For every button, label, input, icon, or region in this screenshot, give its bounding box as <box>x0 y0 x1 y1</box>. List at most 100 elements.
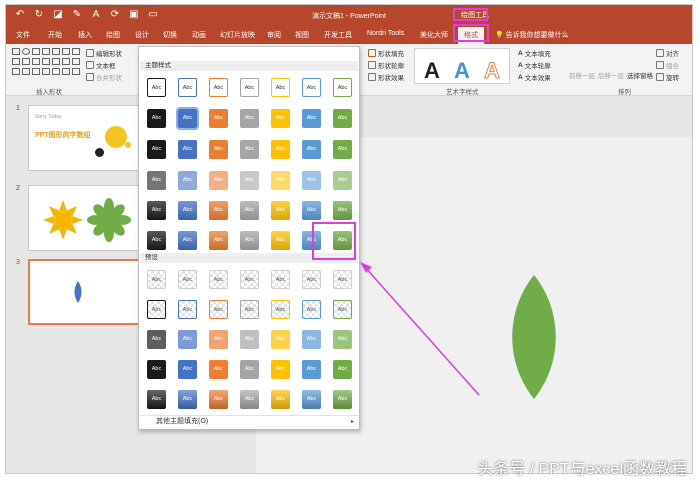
style-cell[interactable]: Abc <box>240 140 259 159</box>
preset-cell[interactable]: Abc <box>178 300 197 319</box>
tab-format[interactable]: 格式 <box>458 27 484 44</box>
text-outline-button[interactable]: A 文本轮廓 <box>518 60 551 71</box>
preset-cell[interactable]: Abc <box>240 360 259 379</box>
preset-cell[interactable]: Abc <box>147 270 166 289</box>
style-cell[interactable]: Abc <box>240 231 259 250</box>
style-cell[interactable]: Abc <box>271 201 290 220</box>
style-cell[interactable]: Abc <box>271 231 290 250</box>
preset-cell[interactable]: Abc <box>333 360 352 379</box>
preset-cell[interactable]: Abc <box>240 390 259 409</box>
align-button[interactable]: 对齐 <box>656 48 679 58</box>
merge-shapes-button[interactable]: 合并形状 <box>86 72 122 82</box>
style-cell[interactable]: Abc <box>147 231 166 250</box>
style-cell[interactable]: Abc <box>302 140 321 159</box>
preset-cell[interactable]: Abc <box>240 300 259 319</box>
style-cell[interactable]: Abc <box>147 201 166 220</box>
style-cell[interactable]: Abc <box>240 78 259 97</box>
shapes-gallery[interactable] <box>12 48 82 78</box>
preset-cell[interactable]: Abc <box>271 300 290 319</box>
style-cell[interactable]: Abc <box>209 231 228 250</box>
slide-thumbnail-2[interactable] <box>28 185 140 251</box>
slide-thumbnail-3[interactable] <box>28 259 140 325</box>
tab-review[interactable]: 审阅 <box>267 30 281 40</box>
tab-design[interactable]: 设计 <box>135 30 149 40</box>
text-box-button[interactable]: 文本框 <box>86 60 116 70</box>
preset-cell[interactable]: Abc <box>147 390 166 409</box>
preset-cell[interactable]: Abc <box>333 270 352 289</box>
preset-cell[interactable]: Abc <box>333 330 352 349</box>
shape-effects-button[interactable]: 形状效果 <box>368 72 404 82</box>
rotate-button[interactable]: 旋转 <box>656 72 679 82</box>
tab-insert[interactable]: 插入 <box>78 30 92 40</box>
tab-transitions[interactable]: 切换 <box>163 30 177 40</box>
preset-cell[interactable]: Abc <box>147 360 166 379</box>
style-cell[interactable]: Abc <box>302 109 321 128</box>
preset-cell[interactable]: Abc <box>240 330 259 349</box>
tab-file[interactable]: 文件 <box>16 30 30 40</box>
preset-cell[interactable]: Abc <box>271 390 290 409</box>
preset-cell[interactable]: Abc <box>209 360 228 379</box>
text-fill-button[interactable]: A 文本填充 <box>518 48 551 59</box>
style-cell[interactable]: Abc <box>333 109 352 128</box>
tab-draw[interactable]: 绘图 <box>106 30 120 40</box>
style-cell[interactable]: Abc <box>209 140 228 159</box>
preset-cell[interactable]: Abc <box>271 360 290 379</box>
wordart-style-blue[interactable]: A <box>449 57 475 85</box>
preset-cell[interactable]: Abc <box>271 330 290 349</box>
preset-cell[interactable]: Abc <box>240 270 259 289</box>
style-cell[interactable]: Abc <box>147 78 166 97</box>
style-cell[interactable]: Abc <box>178 231 197 250</box>
style-cell[interactable]: Abc <box>331 229 354 252</box>
tab-beautify-master[interactable]: 美化大师 <box>420 30 448 40</box>
style-cell[interactable]: Abc <box>302 78 321 97</box>
tab-view[interactable]: 视图 <box>295 30 309 40</box>
preset-cell[interactable]: Abc <box>147 330 166 349</box>
style-cell[interactable]: Abc <box>240 201 259 220</box>
preset-cell[interactable]: Abc <box>302 270 321 289</box>
style-cell[interactable]: Abc <box>178 171 197 190</box>
style-cell[interactable]: Abc <box>240 109 259 128</box>
style-cell[interactable]: Abc <box>271 171 290 190</box>
wordart-gallery[interactable]: A A A <box>414 48 510 84</box>
style-cell[interactable]: Abc <box>178 201 197 220</box>
tab-developer[interactable]: 开发工具 <box>324 30 352 40</box>
selection-pane-button[interactable]: 选择窗格 <box>627 70 653 80</box>
edit-shape-button[interactable]: 编辑形状 <box>86 48 122 58</box>
style-cell[interactable]: Abc <box>209 201 228 220</box>
style-cell[interactable]: Abc <box>209 171 228 190</box>
preset-cell[interactable]: Abc <box>302 300 321 319</box>
shape-fill-button[interactable]: 形状填充 <box>368 48 404 58</box>
preset-cell[interactable]: Abc <box>333 300 352 319</box>
style-cell[interactable]: Abc <box>271 109 290 128</box>
style-cell[interactable]: Abc <box>147 140 166 159</box>
preset-cell[interactable]: Abc <box>178 270 197 289</box>
group-button[interactable]: 组合 <box>656 60 679 70</box>
tab-nordri-tools[interactable]: Nordri Tools <box>367 30 404 37</box>
preset-cell[interactable]: Abc <box>209 270 228 289</box>
preset-cell[interactable]: Abc <box>147 300 166 319</box>
style-cell[interactable]: Abc <box>302 201 321 220</box>
preset-cell[interactable]: Abc <box>271 270 290 289</box>
style-cell[interactable]: Abc <box>333 171 352 190</box>
preset-cell[interactable]: Abc <box>333 390 352 409</box>
tell-me-search[interactable]: 💡 告诉我你想要做什么 <box>495 30 569 40</box>
style-cell[interactable]: Abc <box>147 171 166 190</box>
style-cell[interactable]: Abc <box>178 140 197 159</box>
leaf-shape[interactable] <box>511 275 557 399</box>
slide-thumbnail-1[interactable]: Sorry Today PPT图形的字数组 <box>28 105 140 171</box>
preset-cell[interactable]: Abc <box>178 360 197 379</box>
style-cell[interactable]: Abc <box>271 78 290 97</box>
shape-outline-button[interactable]: 形状轮廓 <box>368 60 404 70</box>
preset-cell[interactable]: Abc <box>209 300 228 319</box>
preset-cell[interactable]: Abc <box>302 360 321 379</box>
preset-cell[interactable]: Abc <box>209 390 228 409</box>
wordart-style-orange-outline[interactable]: A <box>479 57 505 85</box>
wordart-style-black[interactable]: A <box>419 57 445 85</box>
preset-cell[interactable]: Abc <box>178 330 197 349</box>
style-cell[interactable]: Abc <box>240 171 259 190</box>
style-cell[interactable]: Abc <box>302 171 321 190</box>
style-cell[interactable]: Abc <box>176 107 199 130</box>
style-cell[interactable]: Abc <box>333 78 352 97</box>
tab-slideshow[interactable]: 幻灯片放映 <box>220 30 255 40</box>
preset-cell[interactable]: Abc <box>209 330 228 349</box>
